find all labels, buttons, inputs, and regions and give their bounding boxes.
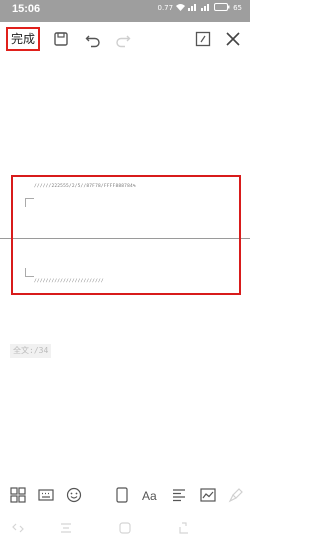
edit-frame-icon[interactable] bbox=[194, 30, 212, 48]
editor-toolbar: 完成 bbox=[0, 22, 250, 60]
status-time: 15:06 bbox=[12, 3, 41, 15]
nav-home-icon[interactable] bbox=[117, 520, 133, 536]
battery-icon bbox=[214, 3, 230, 13]
signal-icon-2 bbox=[201, 3, 211, 13]
save-icon[interactable] bbox=[52, 30, 70, 48]
bottom-toolbar: Aa bbox=[0, 483, 250, 507]
chart-icon[interactable] bbox=[200, 487, 216, 503]
corner-mark-top bbox=[25, 198, 34, 207]
word-count: 全文:/34 bbox=[10, 344, 52, 358]
nav-back-icon[interactable] bbox=[10, 520, 26, 536]
reference-line-1: //////222555/2/5//87F78/FFFF888784% bbox=[34, 184, 136, 189]
system-nav-bar bbox=[0, 516, 250, 540]
nav-share-icon[interactable] bbox=[176, 520, 192, 536]
brush-icon[interactable] bbox=[228, 487, 244, 503]
reference-line-2: //////////////////////// bbox=[34, 279, 104, 284]
nav-menu-icon[interactable] bbox=[58, 520, 74, 536]
grid-icon[interactable] bbox=[10, 487, 26, 503]
svg-text:Aa: Aa bbox=[142, 489, 157, 503]
network-speed: 0.77 bbox=[157, 4, 174, 12]
wifi-icon bbox=[176, 3, 186, 13]
status-icons: 0.77 65 bbox=[157, 3, 242, 13]
redo-icon[interactable] bbox=[114, 30, 132, 48]
status-bar: 15:06 0.77 65 bbox=[0, 0, 250, 22]
page-icon[interactable] bbox=[114, 487, 130, 503]
text-box[interactable] bbox=[11, 175, 241, 295]
signal-icon bbox=[188, 3, 198, 13]
finish-button[interactable]: 完成 bbox=[6, 27, 40, 51]
keyboard-icon[interactable] bbox=[38, 487, 54, 503]
battery-level: 65 bbox=[233, 4, 242, 12]
close-icon[interactable] bbox=[224, 30, 242, 48]
corner-mark-bottom bbox=[25, 268, 34, 277]
align-icon[interactable] bbox=[171, 487, 187, 503]
emoji-icon[interactable] bbox=[66, 487, 82, 503]
font-icon[interactable]: Aa bbox=[142, 487, 158, 503]
undo-icon[interactable] bbox=[84, 30, 102, 48]
